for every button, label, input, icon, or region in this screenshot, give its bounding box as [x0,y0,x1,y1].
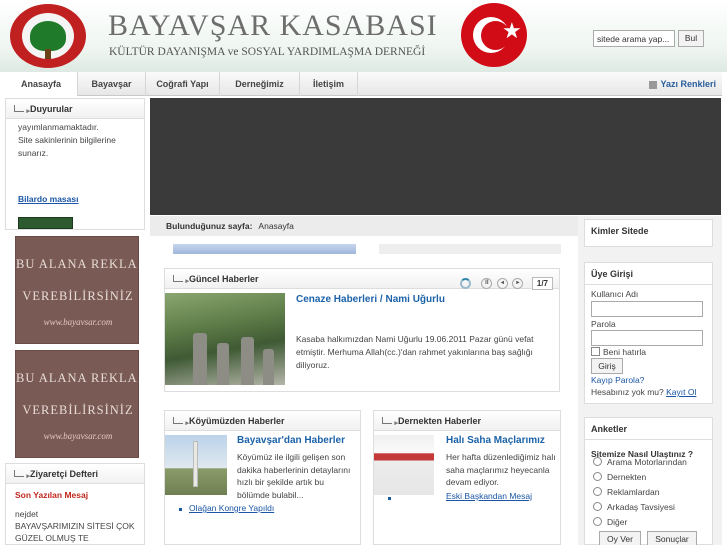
arrow-icon [14,102,30,122]
association-news-panel: Dernekten Haberler Halı Saha Maçlarımız … [373,410,561,545]
login-panel: Üye Girişi Kullanıcı Adı Parola Beni hat… [584,262,713,404]
nav-item-cografi-yapi[interactable]: Coğrafi Yapı [146,72,220,96]
forgot-password-link[interactable]: Kayıp Parola? [591,375,644,385]
palette-icon [649,80,658,89]
ad-banner-2[interactable]: BU ALANA REKLAM VEREBİLİRSİNİZ www.bayav… [15,350,139,458]
site-title: BAYAVŞAR KASABASI [108,9,438,42]
online-users-title: Kimler Sitede [591,226,649,236]
poll-option-label: Reklamlardan [607,487,660,497]
news-image[interactable] [165,293,285,385]
poll-option-radio[interactable] [593,487,602,496]
village-news-image[interactable] [165,435,227,495]
news-text: Kasaba halkımızdan Nami Uğurlu 19.06.201… [296,334,534,370]
announcement-link[interactable]: Bilardo masası [18,194,78,204]
nav-item-dernegimiz[interactable]: Derneğimiz [220,72,300,96]
village-news-headline[interactable]: Bayavşar'dan Haberler [237,435,345,446]
loading-icon [459,278,471,290]
poll-option-label: Arkadaş Tavsiyesi [607,502,675,512]
breadcrumb: Bulunduğunuz sayfa: Anasayfa [150,216,578,236]
pause-icon[interactable]: II [481,278,493,290]
thumbnail-strip[interactable] [379,244,561,254]
guestbook-message: nejdet BAYAVŞARIMIZIN SİTESİ ÇOK GÜZEL O… [15,509,135,543]
site-header: BAYAVŞAR KASABASI KÜLTÜR DAYANIŞMA ve SO… [0,0,727,72]
village-news-panel: Köyümüzden Haberler Bayavşar'dan Haberle… [164,410,361,545]
remember-me-checkbox[interactable] [591,347,600,356]
image-slider[interactable] [150,98,721,215]
bullet-icon [179,508,182,511]
search-input[interactable] [593,30,675,47]
association-news-headline[interactable]: Halı Saha Maçlarımız [446,435,545,446]
guestbook-subtitle: Son Yazılan Mesaj [15,490,89,500]
prev-icon[interactable]: ◂ [496,278,508,290]
nav-item-iletisim[interactable]: İletişim [300,72,358,96]
results-button[interactable]: Sonuçlar [647,531,697,545]
announcements-title: Duyurular [6,99,144,122]
tree-icon [30,21,66,59]
poll-option-label: Arama Motorlarından [607,457,687,467]
association-news-image[interactable] [374,435,434,495]
poll-option-radio[interactable] [593,472,602,481]
announcement-text: yayımlanmamaktadır. Site sakinlerinin bi… [18,122,116,158]
current-news-title: Güncel Haberler II ◂ ▸ 1/7 [165,269,559,292]
association-news-title: Dernekten Haberler [374,411,560,434]
bullet-icon [388,497,391,500]
turkish-flag-icon: ★ [461,3,527,67]
search-button[interactable]: Bul [678,30,704,47]
poll-panel: Anketler Sitemize Nasıl Ulaştınız ? Aram… [584,417,713,545]
village-news-title: Köyümüzden Haberler [165,411,360,434]
arrow-icon [173,414,189,434]
announcements-panel: Duyurular yayımlanmamaktadır. Site sakin… [5,98,145,230]
news-headline[interactable]: Cenaze Haberleri / Nami Uğurlu [296,294,445,305]
password-label: Parola [591,319,616,329]
poll-option-label: Dernekten [607,472,647,482]
nav-item-anasayfa[interactable]: Anasayfa [5,72,78,96]
news-controls: II ◂ ▸ 1/7 [459,273,553,291]
poll-option-radio[interactable] [593,502,602,511]
poll-option-radio[interactable] [593,517,602,526]
poll-title: Anketler [585,418,712,440]
text-colors-link[interactable]: Yazı Renkleri [649,72,716,96]
main-nav: Anasayfa Bayavşar Coğrafi Yapı Derneğimi… [5,72,722,96]
arrow-icon [382,414,398,434]
username-input[interactable] [591,301,703,317]
association-logo[interactable] [10,4,86,68]
username-label: Kullanıcı Adı [591,289,639,299]
arrow-icon [14,467,30,487]
association-news-text: Her hafta düzenlediğimiz halı saha maçla… [446,452,556,487]
remember-me-label: Beni hatırla [603,347,646,357]
ad-banner-1[interactable]: BU ALANA REKLAM VEREBİLİRSİNİZ www.bayav… [15,236,139,344]
association-news-link[interactable]: Eski Başkandan Mesaj [446,491,532,501]
site-subtitle: KÜLTÜR DAYANIŞMA ve SOSYAL YARDIMLAŞMA D… [109,46,426,58]
poll-option-label: Diğer [607,517,628,527]
arrow-icon [173,272,189,292]
no-account-text: Hesabınız yok mu? Kayıt Ol [591,387,697,397]
village-news-link[interactable]: Olağan Kongre Yapıldı [189,503,274,513]
register-link[interactable]: Kayıt Ol [666,387,696,397]
login-title: Üye Girişi [585,263,712,285]
nav-item-bayavsar[interactable]: Bayavşar [78,72,146,96]
guestbook-panel: Ziyaretçi Defteri Son Yazılan Mesaj nejd… [5,463,145,545]
next-icon[interactable]: ▸ [512,278,524,290]
news-page-counter: 1/7 [531,277,553,291]
online-users-panel: Kimler Sitede [584,219,713,247]
current-news-panel: Güncel Haberler II ◂ ▸ 1/7 Cenaze Haberl… [164,268,560,392]
guestbook-title[interactable]: Ziyaretçi Defteri [6,464,144,487]
breadcrumb-current[interactable]: Anasayfa [258,221,293,231]
login-button[interactable]: Giriş [591,358,623,374]
password-input[interactable] [591,330,703,346]
thumbnail-strip[interactable] [173,244,356,254]
poll-option-radio[interactable] [593,457,602,466]
billiard-table-image[interactable] [18,217,73,229]
vote-button[interactable]: Oy Ver [599,531,641,545]
village-news-text: Köyümüz ile ilgili gelişen son dakika ha… [237,452,351,500]
